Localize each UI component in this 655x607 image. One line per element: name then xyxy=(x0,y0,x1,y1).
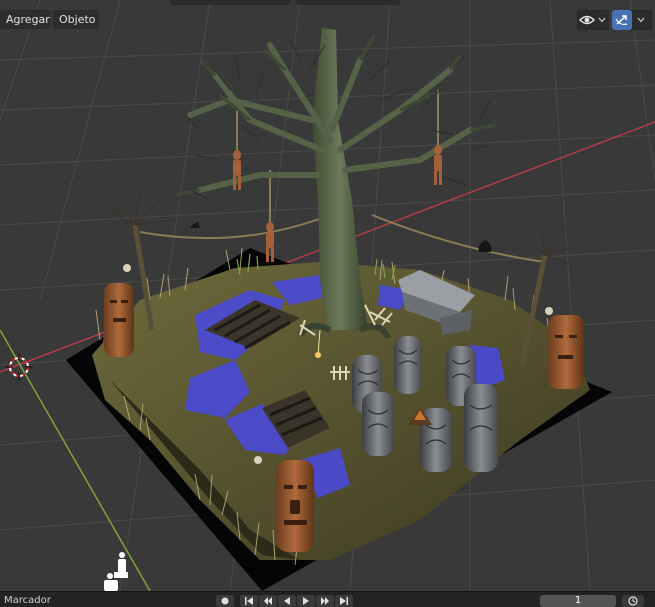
play-icon xyxy=(303,597,309,605)
playback-clock-button[interactable] xyxy=(622,595,644,607)
timeline-bar[interactable]: Marcador 1 xyxy=(0,591,655,607)
jump-start-icon xyxy=(245,597,253,605)
play-reverse-icon xyxy=(284,597,290,605)
eye-icon xyxy=(579,15,595,25)
clock-icon xyxy=(628,596,638,606)
chevron-down-icon xyxy=(598,17,606,23)
prev-keyframe-button[interactable] xyxy=(259,595,277,607)
gizmo-toggle[interactable] xyxy=(612,10,632,30)
people-silhouette xyxy=(104,552,128,591)
jump-start-button[interactable] xyxy=(240,595,258,607)
current-frame-field[interactable]: 1 xyxy=(540,595,616,607)
header-strip-right[interactable] xyxy=(296,0,400,5)
header-strip-left[interactable] xyxy=(170,0,290,5)
visibility-dropdown[interactable] xyxy=(577,10,609,30)
next-keyframe-icon xyxy=(321,597,329,605)
gizmo-icon xyxy=(615,15,628,26)
3d-cursor[interactable] xyxy=(5,353,33,381)
jump-end-icon xyxy=(340,597,348,605)
record-icon xyxy=(221,597,229,605)
play-reverse-button[interactable] xyxy=(278,595,296,607)
gizmo-toggle-group[interactable] xyxy=(612,10,652,30)
jump-end-button[interactable] xyxy=(335,595,353,607)
chevron-down-icon xyxy=(637,17,645,23)
add-menu[interactable]: Agregar xyxy=(0,10,50,29)
3d-viewport[interactable] xyxy=(0,0,655,591)
prev-keyframe-icon xyxy=(264,597,272,605)
object-menu[interactable]: Objeto xyxy=(53,10,99,29)
marker-menu[interactable]: Marcador xyxy=(4,595,51,606)
record-button[interactable] xyxy=(216,595,234,607)
next-keyframe-button[interactable] xyxy=(316,595,334,607)
play-button[interactable] xyxy=(297,595,315,607)
